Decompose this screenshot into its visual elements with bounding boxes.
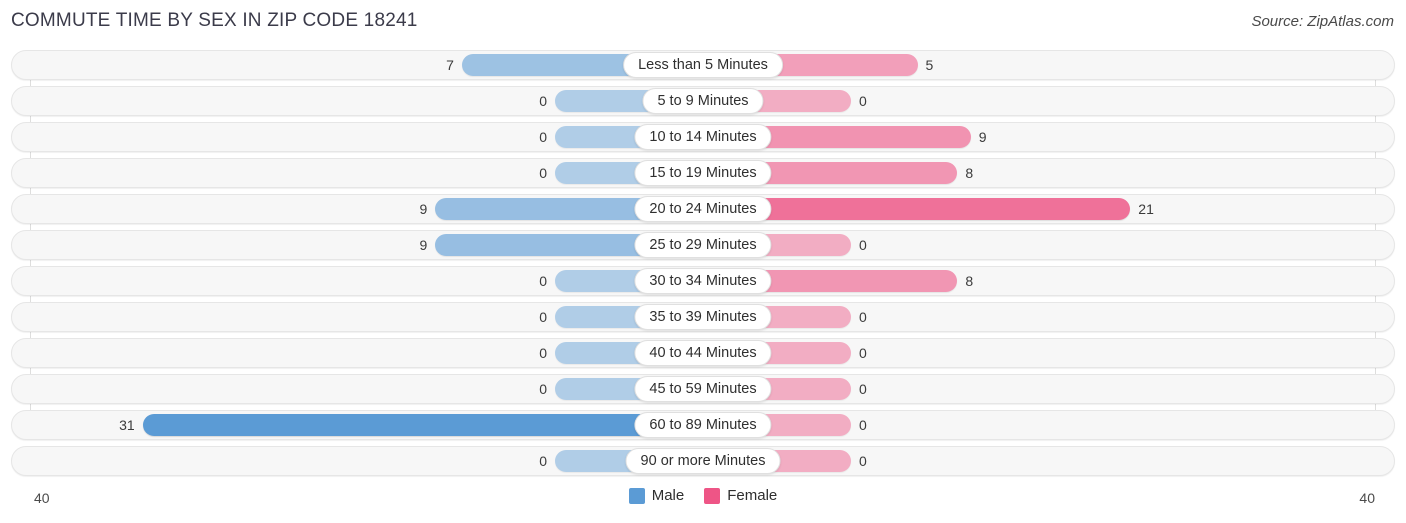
- bar-row: 31 0 60 to 89 Minutes: [0, 410, 1406, 440]
- value-label-male: 0: [539, 129, 547, 145]
- bar-row: 0 0 35 to 39 Minutes: [0, 302, 1406, 332]
- category-label: 25 to 29 Minutes: [634, 232, 772, 258]
- value-label-male: 7: [446, 57, 454, 73]
- bar-row: 9 21 20 to 24 Minutes: [0, 194, 1406, 224]
- bar-row: 0 0 5 to 9 Minutes: [0, 86, 1406, 116]
- value-label-female: 9: [978, 129, 987, 145]
- value-label-male: 0: [539, 93, 547, 109]
- value-label-male: 31: [119, 417, 135, 433]
- value-label-female: 21: [1138, 201, 1154, 217]
- category-label: 20 to 24 Minutes: [634, 196, 772, 222]
- value-label-male: 0: [539, 165, 547, 181]
- legend-swatch-icon: [704, 487, 721, 504]
- legend-swatch-icon: [628, 487, 645, 504]
- value-label-male: 0: [539, 453, 547, 469]
- bar-rows: 7 5 Less than 5 Minutes 0 0 5 to 9 Minutes 0 9 1…: [0, 50, 1406, 482]
- category-label: Less than 5 Minutes: [623, 52, 783, 78]
- chart-legend: Male Female: [0, 487, 1406, 504]
- legend-label: Female: [727, 487, 778, 504]
- value-label-female: 0: [859, 309, 867, 325]
- value-label-female: 8: [965, 165, 974, 181]
- value-label-female: 0: [859, 453, 867, 469]
- bar-row: 9 0 25 to 29 Minutes: [0, 230, 1406, 260]
- category-label: 60 to 89 Minutes: [634, 412, 772, 438]
- category-label: 10 to 14 Minutes: [634, 124, 772, 150]
- value-label-female: 8: [965, 273, 974, 289]
- value-label-male: 0: [539, 345, 547, 361]
- bar-row: 0 0 45 to 59 Minutes: [0, 374, 1406, 404]
- chart-plot-area: 7 5 Less than 5 Minutes 0 0 5 to 9 Minutes 0 9 1…: [0, 50, 1406, 506]
- value-label-male: 9: [419, 201, 428, 217]
- category-label: 45 to 59 Minutes: [634, 376, 772, 402]
- value-label-male: 9: [419, 237, 428, 253]
- legend-label: Male: [651, 487, 685, 504]
- legend-item[interactable]: Female: [704, 487, 777, 504]
- bar-row: 0 8 15 to 19 Minutes: [0, 158, 1406, 188]
- category-label: 5 to 9 Minutes: [642, 88, 764, 114]
- category-label: 15 to 19 Minutes: [634, 160, 772, 186]
- value-label-female: 0: [859, 381, 867, 397]
- source-label: Source: ZipAtlas.com: [1251, 13, 1394, 30]
- value-label-male: 0: [539, 273, 547, 289]
- value-label-female: 0: [859, 93, 867, 109]
- category-label: 40 to 44 Minutes: [634, 340, 772, 366]
- value-label-female: 0: [859, 417, 867, 433]
- value-label-female: 0: [859, 345, 867, 361]
- category-label: 30 to 34 Minutes: [634, 268, 772, 294]
- value-label-female: 5: [925, 57, 934, 73]
- category-label: 90 or more Minutes: [625, 448, 781, 474]
- bar-row: 0 0 40 to 44 Minutes: [0, 338, 1406, 368]
- bar-row: 0 0 90 or more Minutes: [0, 446, 1406, 476]
- bar-row: 0 8 30 to 34 Minutes: [0, 266, 1406, 296]
- value-label-male: 0: [539, 309, 547, 325]
- value-label-male: 0: [539, 381, 547, 397]
- category-label: 35 to 39 Minutes: [634, 304, 772, 330]
- bar-row: 0 9 10 to 14 Minutes: [0, 122, 1406, 152]
- page-title: COMMUTE TIME BY SEX IN ZIP CODE 18241: [11, 10, 418, 31]
- legend-item[interactable]: Male: [628, 487, 685, 504]
- bar-male: [142, 414, 703, 436]
- bar-row: 7 5 Less than 5 Minutes: [0, 50, 1406, 80]
- value-label-female: 0: [859, 237, 867, 253]
